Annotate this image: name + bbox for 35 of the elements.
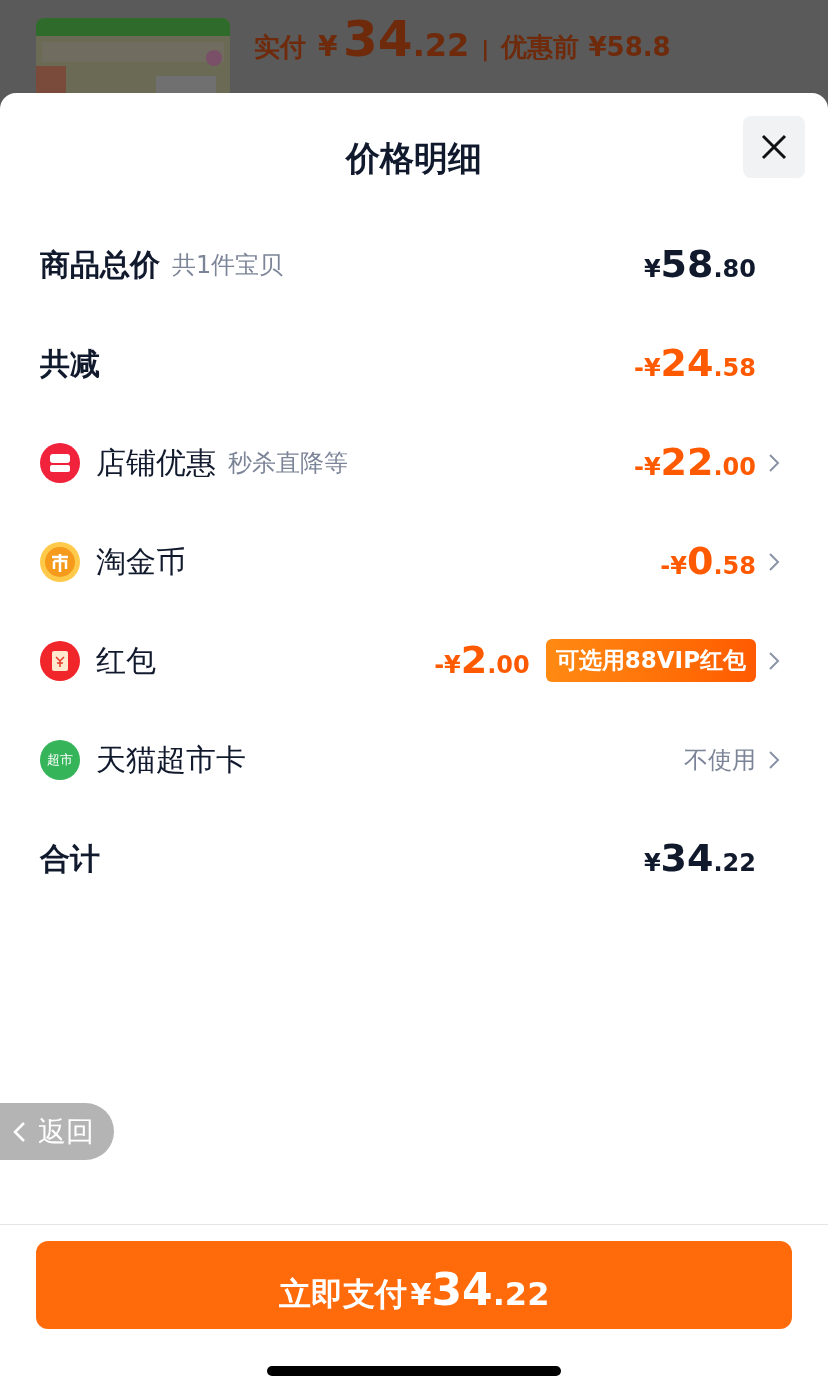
row-label: 天猫超市卡 (96, 741, 246, 779)
paid-price: ¥34.22 (318, 9, 470, 70)
row-label: 淘金币 (96, 543, 186, 581)
paid-label: 实付 (254, 31, 306, 64)
amount: ¥34.22 (643, 835, 756, 882)
chevron-right-icon (768, 650, 780, 671)
back-button[interactable]: 返回 (0, 1103, 114, 1160)
separator: | (481, 35, 490, 64)
row-status: 不使用 (684, 744, 756, 776)
row-label: 共减 (40, 345, 100, 383)
amount: ¥58.80 (643, 241, 756, 288)
amount: -¥0.58 (660, 538, 756, 585)
chevron-right-icon (768, 551, 780, 572)
shop-icon (40, 442, 80, 483)
row-note: 共1件宝贝 (172, 249, 284, 281)
market-badge: 超市 (40, 739, 80, 780)
row-label: 商品总价 (40, 246, 160, 284)
envelope-icon (40, 640, 80, 681)
original-price: 优惠前 ¥58.8 (501, 31, 671, 64)
row-label: 红包 (96, 642, 156, 680)
vip-tag: 可选用88VIP红包 (545, 639, 756, 682)
sheet-title: 价格明细 (346, 136, 482, 180)
chevron-left-icon (12, 1120, 26, 1143)
amount: -¥2.00 (434, 637, 530, 684)
row-note: 秒杀直降等 (228, 447, 348, 479)
close-button[interactable] (743, 116, 805, 178)
chevron-right-icon (768, 452, 780, 473)
chevron-right-icon (768, 749, 780, 770)
close-icon (760, 133, 788, 161)
amount: -¥22.00 (633, 439, 756, 486)
row-label: 合计 (40, 840, 100, 878)
amount: -¥24.58 (633, 340, 756, 387)
row-label: 店铺优惠 (96, 444, 216, 482)
pay-button[interactable]: 立即支付¥34.22 (36, 1241, 792, 1329)
coin-icon (40, 541, 80, 582)
